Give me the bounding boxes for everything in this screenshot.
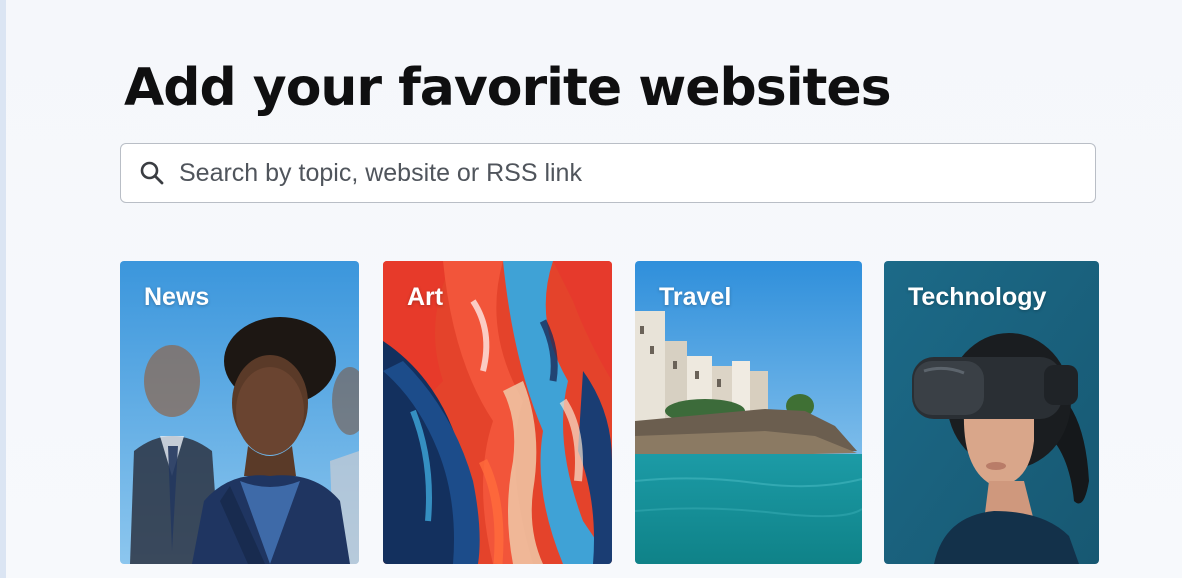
category-card-travel[interactable]: Travel bbox=[635, 261, 862, 564]
category-label-news: News bbox=[144, 283, 210, 311]
category-card-technology[interactable]: Technology bbox=[884, 261, 1099, 564]
page-title: Add your favorite websites bbox=[124, 58, 892, 118]
search-icon bbox=[140, 161, 164, 185]
onboarding-page: Add your favorite websites Search by top… bbox=[0, 0, 1182, 578]
category-label-travel: Travel bbox=[659, 283, 732, 311]
category-label-technology: Technology bbox=[908, 283, 1047, 311]
category-card-news[interactable]: News bbox=[120, 261, 359, 564]
search-box[interactable] bbox=[120, 143, 1096, 203]
category-label-art: Art bbox=[407, 283, 444, 311]
category-card-art[interactable]: Art bbox=[383, 261, 612, 564]
left-edge-strip bbox=[0, 0, 6, 578]
search-input[interactable] bbox=[179, 153, 1095, 193]
